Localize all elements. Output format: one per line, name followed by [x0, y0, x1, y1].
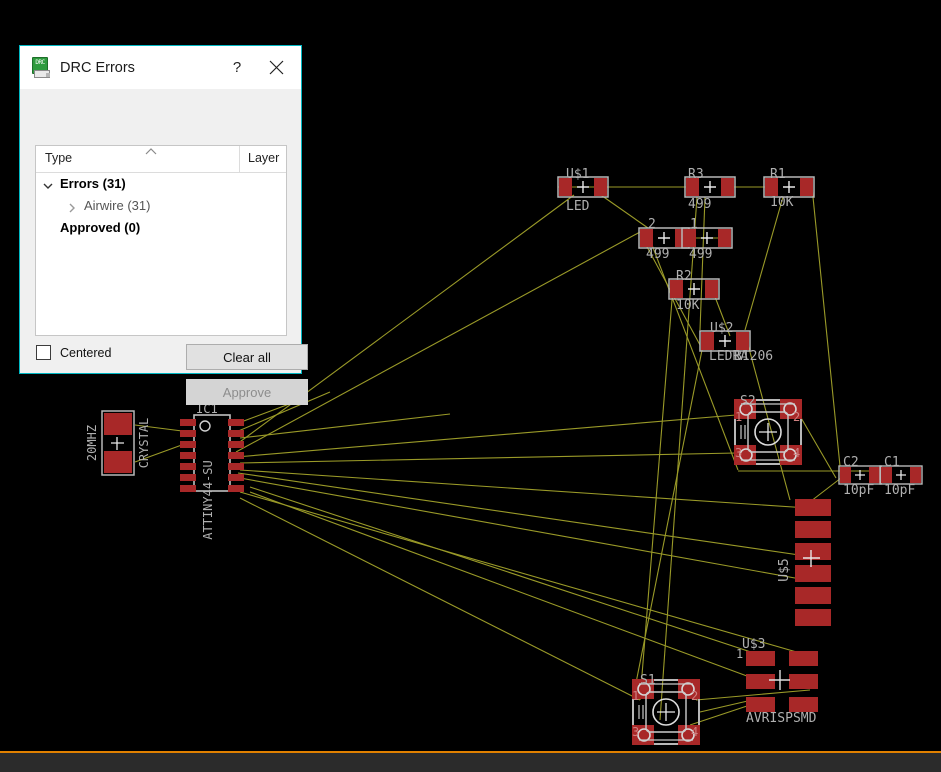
dialog-body: Type Layer Errors (31) Airwire (31) Appr…	[20, 89, 301, 373]
close-icon[interactable]	[261, 46, 291, 89]
column-divider	[239, 146, 240, 172]
svg-text:1: 1	[632, 689, 639, 703]
svg-text:10K: 10K	[676, 298, 700, 313]
component-u2[interactable]: U$2 LEDRA B1206	[699, 321, 773, 364]
svg-text:ATTINY44-SU: ATTINY44-SU	[201, 460, 215, 539]
column-header-layer[interactable]: Layer	[248, 151, 279, 165]
status-bar	[0, 753, 941, 772]
svg-text:S2: S2	[740, 394, 756, 409]
svg-text:499: 499	[688, 197, 711, 212]
svg-text:2: 2	[793, 410, 800, 424]
component-u1[interactable]: U$1 LED	[557, 167, 609, 214]
svg-text:3: 3	[632, 725, 639, 739]
error-list[interactable]: Type Layer Errors (31) Airwire (31) Appr…	[35, 145, 287, 336]
component-c2[interactable]: C2 10pF	[838, 455, 882, 498]
component-res-1[interactable]: 1 499	[681, 217, 733, 262]
tree-label-errors: Errors (31)	[60, 176, 126, 191]
svg-text:20MHZ: 20MHZ	[85, 425, 99, 461]
svg-text:S1: S1	[640, 673, 656, 688]
component-s2[interactable]: S2 1 2 3 4	[733, 394, 803, 466]
component-s1[interactable]: S1 1 2 3 4	[631, 673, 701, 746]
dialog-title: DRC Errors	[60, 59, 135, 76]
centered-label: Centered	[60, 345, 112, 360]
svg-text:10pF: 10pF	[843, 483, 874, 498]
svg-text:1: 1	[690, 217, 698, 232]
drc-icon-text: DRC	[35, 59, 45, 66]
component-c1[interactable]: C1 10pF	[879, 455, 923, 498]
svg-text:R3: R3	[688, 167, 704, 182]
svg-text:2: 2	[648, 217, 656, 232]
component-u5[interactable]: U$5	[777, 499, 831, 626]
centered-checkbox-row[interactable]: Centered	[36, 345, 111, 360]
svg-text:U$2: U$2	[710, 321, 733, 336]
centered-checkbox[interactable]	[36, 345, 51, 360]
svg-text:4: 4	[691, 725, 698, 739]
svg-text:AVRISPSMD: AVRISPSMD	[746, 711, 817, 726]
column-header-type[interactable]: Type	[45, 151, 72, 165]
svg-text:R2: R2	[676, 269, 692, 284]
drc-icon: DRC	[31, 57, 51, 78]
drc-errors-dialog: DRC DRC Errors ? Type Layer Errors (31) …	[19, 45, 308, 405]
svg-text:R1: R1	[770, 167, 786, 182]
svg-text:499: 499	[646, 247, 669, 262]
svg-text:4: 4	[793, 446, 800, 460]
chevron-right-icon[interactable]	[66, 202, 78, 214]
help-button[interactable]: ?	[223, 46, 251, 89]
component-r3[interactable]: R3 499	[684, 167, 736, 212]
svg-text:2: 2	[691, 689, 698, 703]
component-u3[interactable]: U$3 1 AVRISPSMD	[736, 637, 818, 726]
tree-label-airwire: Airwire (31)	[84, 198, 151, 213]
component-ic1[interactable]: IC1 ATTINY44-SU	[180, 402, 244, 540]
chevron-down-icon[interactable]	[42, 180, 54, 192]
component-r1[interactable]: R1 10K	[763, 167, 815, 210]
svg-text:1: 1	[735, 410, 742, 424]
dialog-titlebar[interactable]: DRC DRC Errors ?	[20, 46, 301, 89]
svg-text:3: 3	[735, 446, 742, 460]
list-header-row: Type Layer	[36, 146, 286, 173]
svg-text:U$1: U$1	[566, 167, 589, 182]
clear-all-button[interactable]: Clear all	[186, 344, 308, 370]
svg-text:CRYSTAL: CRYSTAL	[137, 418, 151, 469]
tree-label-approved: Approved (0)	[60, 220, 141, 235]
component-crystal[interactable]: 20MHZ CRYSTAL	[85, 410, 151, 476]
svg-text:C1: C1	[884, 455, 900, 470]
svg-text:U$5: U$5	[777, 558, 792, 581]
svg-text:U$3: U$3	[742, 637, 765, 652]
sort-ascending-icon	[145, 148, 157, 155]
svg-text:LED: LED	[566, 199, 590, 214]
component-r2[interactable]: R2 10K	[668, 269, 720, 313]
svg-text:499: 499	[689, 247, 712, 262]
svg-text:10K: 10K	[770, 195, 794, 210]
svg-text:B1206: B1206	[734, 349, 773, 364]
svg-text:1: 1	[736, 647, 743, 661]
svg-text:10pF: 10pF	[884, 483, 915, 498]
svg-text:C2: C2	[843, 455, 859, 470]
app-root: 20MHZ CRYSTAL IC1 ATTINY44-SU U$1 LED R3…	[0, 0, 941, 772]
approve-button: Approve	[186, 379, 308, 405]
